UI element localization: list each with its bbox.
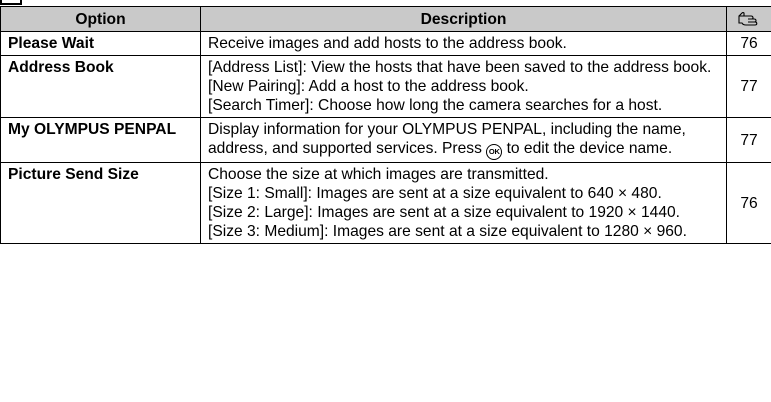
option-cell: Picture Send Size	[0, 162, 201, 244]
table-row: Please Wait Receive images and add hosts…	[0, 31, 771, 56]
description-line: [Size 2: Large]: Images are sent at a si…	[208, 204, 681, 221]
table-row: Address Book [Address List]: View the ho…	[0, 55, 771, 118]
description-line: Choose the size at which images are tran…	[208, 166, 549, 183]
description-line: [Size 3: Medium]: Images are sent at a s…	[208, 223, 687, 240]
page-reference-cell: 76	[726, 162, 771, 244]
option-cell: My OLYMPUS PENPAL	[0, 117, 201, 163]
description-cell: [Address List]: View the hosts that have…	[200, 55, 727, 118]
description-line: [Search Timer]: Choose how long the came…	[208, 97, 663, 114]
table-row: Picture Send Size Choose the size at whi…	[0, 162, 771, 244]
table-header-row: Option Description	[0, 6, 771, 32]
description-cell: Display information for your OLYMPUS PEN…	[200, 117, 727, 163]
pointing-hand-icon	[738, 12, 758, 26]
description-line: [Size 1: Small]: Images are sent at a si…	[208, 185, 662, 202]
description-cell: Choose the size at which images are tran…	[200, 162, 727, 244]
page-reference-cell: 77	[726, 55, 771, 118]
settings-table: Option Description Please Wait Receive i…	[0, 6, 771, 244]
option-column-header: Option	[0, 6, 201, 32]
page-reference-cell: 76	[726, 31, 771, 56]
ok-button-icon: OK	[486, 144, 503, 160]
table-row: My OLYMPUS PENPAL Display information fo…	[0, 117, 771, 163]
description-line: [New Pairing]: Add a host to the address…	[208, 78, 529, 95]
description-line: [Address List]: View the hosts that have…	[208, 59, 712, 76]
option-cell: Please Wait	[0, 31, 201, 56]
page-reference-cell: 77	[726, 117, 771, 163]
corner-tab-mark	[0, 0, 22, 5]
description-line: Receive images and add hosts to the addr…	[208, 35, 567, 52]
description-column-header: Description	[200, 6, 727, 32]
description-text-after: to edit the device name.	[506, 140, 673, 157]
description-cell: Receive images and add hosts to the addr…	[200, 31, 727, 56]
page-reference-column-header	[726, 6, 771, 32]
option-cell: Address Book	[0, 55, 201, 118]
